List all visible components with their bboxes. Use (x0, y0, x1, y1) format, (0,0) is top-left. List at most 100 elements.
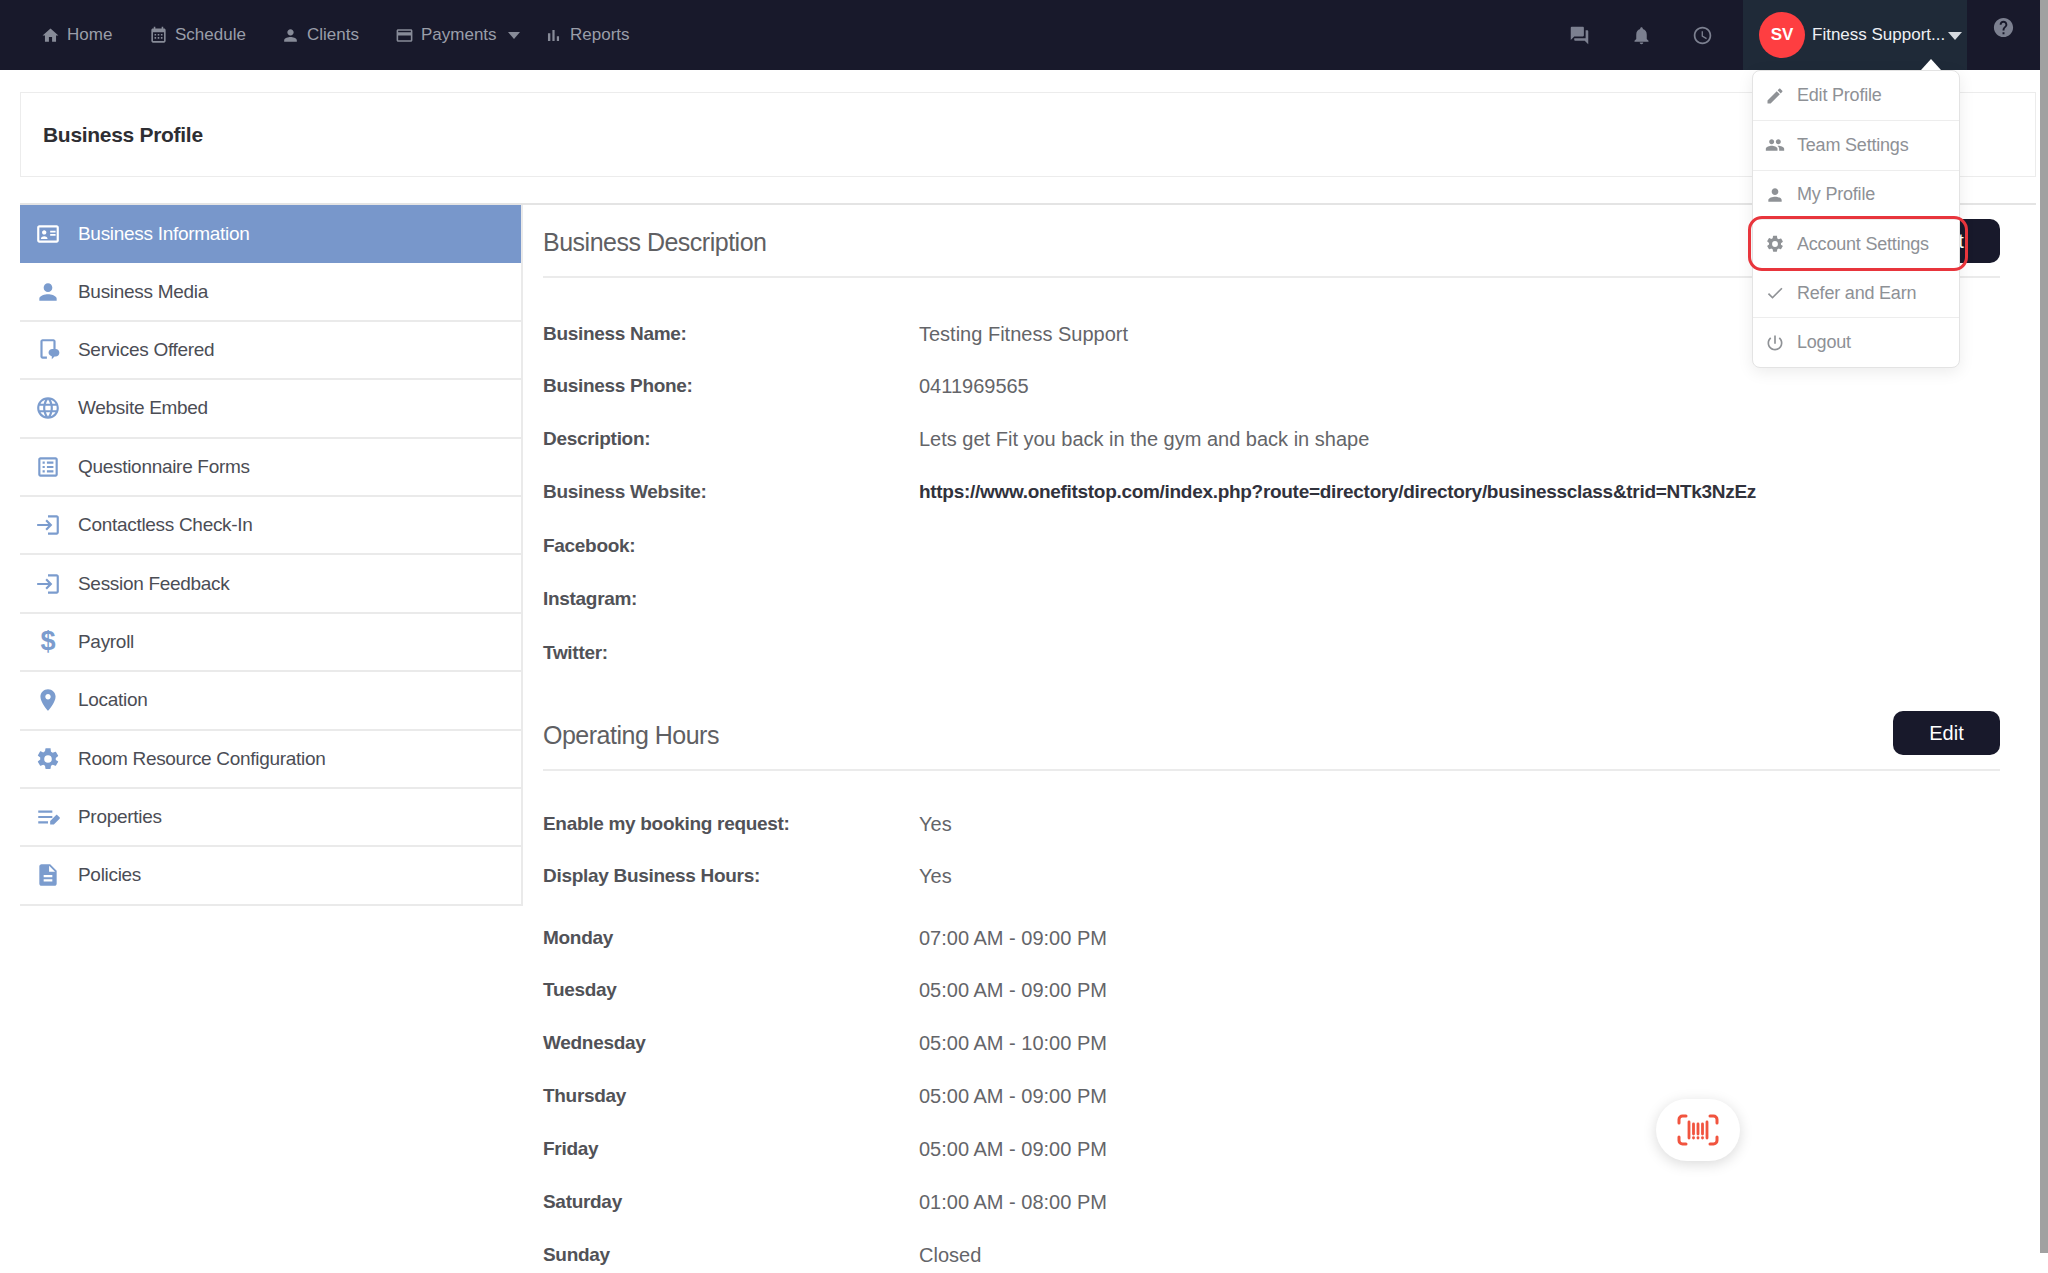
field-label: Thursday (543, 1083, 626, 1109)
messages-button[interactable] (1569, 25, 1590, 46)
business-website-link[interactable]: https://www.onefitstop.com/index.php?rou… (919, 479, 1756, 505)
person-icon (281, 26, 300, 45)
page-title: Business Profile (43, 123, 203, 147)
document-icon (34, 862, 62, 888)
field-value: 0411969565 (919, 373, 1029, 399)
barcode-scan-widget[interactable] (1656, 1099, 1740, 1161)
field-label: Saturday (543, 1189, 622, 1215)
page-header: Business Profile (20, 92, 2036, 177)
chevron-down-icon (508, 32, 520, 39)
dollar-icon: $ (34, 628, 62, 655)
pencil-icon (1765, 86, 1785, 106)
scrollbar-track[interactable] (2036, 0, 2048, 1273)
field-label: Business Name: (543, 321, 687, 347)
sidebar-item-services-offered[interactable]: Services Offered (20, 322, 521, 380)
field-value: Closed (919, 1242, 981, 1268)
sidebar-item-business-information[interactable]: Business Information (20, 205, 521, 263)
field-label: Friday (543, 1136, 598, 1162)
menu-item-edit-profile[interactable]: Edit Profile (1753, 71, 1959, 120)
nav-item-label: Home (67, 25, 112, 45)
field-label: Business Phone: (543, 373, 693, 399)
field-value: Yes (919, 863, 952, 889)
user-icon (1765, 185, 1785, 205)
gear-icon (1765, 234, 1785, 254)
field-value: 05:00 AM - 09:00 PM (919, 1083, 1107, 1109)
sidebar-item-policies[interactable]: Policies (20, 847, 521, 905)
sidebar-item-room-resource-configuration[interactable]: Room Resource Configuration (20, 731, 521, 789)
field-label: Display Business Hours: (543, 863, 760, 889)
field-label: Description: (543, 426, 650, 452)
sidebar-item-properties[interactable]: Properties (20, 789, 521, 847)
nav-item-reports[interactable]: Reports (544, 0, 630, 70)
nav-item-clients[interactable]: Clients (281, 0, 359, 70)
clock-icon (1692, 25, 1713, 46)
field-value: Testing Fitness Support (919, 321, 1128, 347)
users-icon (1765, 135, 1785, 155)
dropdown-arrow (1921, 59, 1941, 70)
operating-hours-edit-button[interactable]: Edit (1893, 711, 2000, 755)
sidebar-item-questionnaire-forms[interactable]: Questionnaire Forms (20, 439, 521, 497)
menu-item-my-profile[interactable]: My Profile (1753, 170, 1959, 219)
field-label: Facebook: (543, 533, 635, 559)
history-button[interactable] (1692, 25, 1713, 46)
power-icon (1765, 333, 1785, 353)
field-value: Lets get Fit you back in the gym and bac… (919, 426, 1369, 452)
bell-icon (1631, 25, 1652, 46)
scrollbar-thumb[interactable] (2040, 0, 2048, 1253)
credit-card-icon (395, 26, 414, 45)
field-label: Instagram: (543, 586, 637, 612)
globe-icon (34, 395, 62, 421)
notifications-button[interactable] (1631, 25, 1652, 46)
business-description-heading: Business Description (543, 228, 766, 257)
calendar-icon (149, 26, 168, 45)
field-label: Twitter: (543, 640, 608, 666)
check-icon (1765, 283, 1785, 303)
home-icon (41, 26, 60, 45)
nav-item-label: Payments (421, 25, 497, 45)
sidebar-item-business-media[interactable]: Business Media (20, 263, 521, 321)
nav-item-label: Schedule (175, 25, 246, 45)
field-label: Sunday (543, 1242, 610, 1268)
sidebar-item-contactless-check-in[interactable]: Contactless Check-In (20, 497, 521, 555)
list-icon (34, 454, 62, 480)
field-label: Wednesday (543, 1030, 646, 1056)
menu-item-refer-and-earn[interactable]: Refer and Earn (1753, 268, 1959, 317)
sidebar-item-website-embed[interactable]: Website Embed (20, 380, 521, 438)
sign-in-icon (34, 512, 62, 538)
field-value: Yes (919, 811, 952, 837)
sidebar: Business Information Business Media Serv… (20, 205, 523, 906)
field-value: 05:00 AM - 09:00 PM (919, 977, 1107, 1003)
operating-hours-heading: Operating Hours (543, 721, 719, 750)
sidebar-item-session-feedback[interactable]: Session Feedback (20, 555, 521, 613)
map-pin-icon (34, 687, 62, 713)
field-value: 05:00 AM - 10:00 PM (919, 1030, 1107, 1056)
id-card-icon (34, 221, 62, 247)
field-label: Monday (543, 925, 613, 951)
nav-item-schedule[interactable]: Schedule (149, 0, 246, 70)
sidebar-item-payroll[interactable]: $ Payroll (20, 614, 521, 672)
sidebar-item-location[interactable]: Location (20, 672, 521, 730)
nav-item-label: Reports (570, 25, 630, 45)
menu-item-account-settings[interactable]: Account Settings (1753, 219, 1959, 268)
field-label: Business Website: (543, 479, 707, 505)
edit-note-icon (34, 804, 62, 830)
help-button[interactable] (1992, 16, 2015, 39)
field-label: Enable my booking request: (543, 811, 790, 837)
caret-down-icon (1948, 32, 1962, 40)
barcode-icon (1677, 1114, 1719, 1146)
person-icon (34, 279, 62, 305)
field-value: 07:00 AM - 09:00 PM (919, 925, 1107, 951)
avatar[interactable]: SV (1759, 12, 1805, 58)
gear-icon (34, 746, 62, 772)
nav-item-payments[interactable]: Payments (395, 0, 520, 70)
field-value: 05:00 AM - 09:00 PM (919, 1136, 1107, 1162)
field-label: Tuesday (543, 977, 617, 1003)
menu-item-team-settings[interactable]: Team Settings (1753, 120, 1959, 169)
nav-item-home[interactable]: Home (41, 0, 112, 70)
nav-item-label: Clients (307, 25, 359, 45)
sign-in-icon (34, 571, 62, 597)
divider (543, 769, 2000, 771)
menu-item-logout[interactable]: Logout (1753, 317, 1959, 366)
question-icon (1992, 16, 2015, 39)
bar-chart-icon (544, 26, 563, 45)
